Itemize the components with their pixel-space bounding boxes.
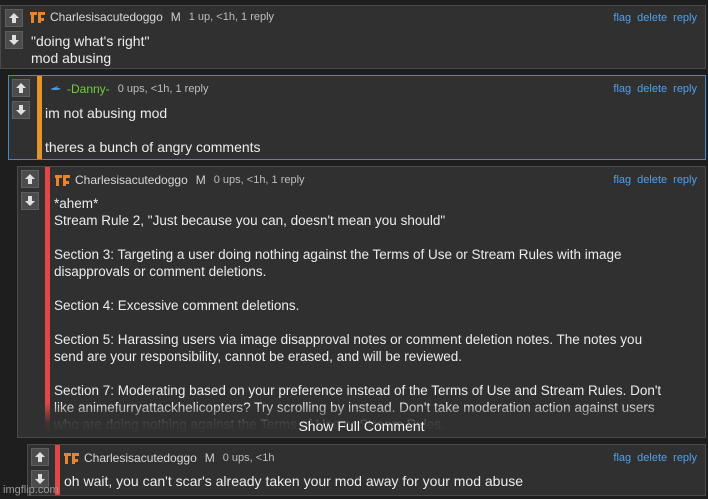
flag-link[interactable]: flag [613, 452, 631, 464]
comment-meta: 1 up, <1h, 1 reply [188, 11, 275, 23]
arrow-up-icon [16, 83, 26, 93]
delete-link[interactable]: delete [637, 452, 667, 464]
comment-meta: 0 ups, <1h [222, 452, 275, 464]
delete-link[interactable]: delete [637, 174, 667, 186]
reply-link[interactable]: reply [673, 452, 697, 464]
upvote-button[interactable] [5, 9, 23, 27]
comment-header: Charlesisacutedoggo M 1 up, <1h, 1 reply [29, 10, 274, 24]
upvote-button[interactable] [21, 170, 39, 188]
user-avatar-icon[interactable] [29, 10, 46, 24]
user-avatar-icon[interactable] [54, 173, 71, 187]
vote-controls [5, 9, 27, 53]
user-avatar-icon[interactable] [49, 82, 63, 96]
vote-controls [12, 79, 34, 123]
thread-bar [45, 167, 50, 437]
downvote-button[interactable] [12, 101, 30, 119]
comment-body: "doing what's right" mod abusing [31, 33, 150, 66]
show-full-comment-button[interactable]: Show Full Comment [18, 418, 705, 434]
comment-actions: flag delete reply [607, 452, 697, 464]
mod-badge: M [195, 173, 206, 187]
delete-link[interactable]: delete [637, 83, 667, 95]
comment-body: oh wait, you can't scar's already taken … [64, 473, 524, 489]
comment-body: im not abusing mod theres a bunch of ang… [45, 105, 261, 155]
downvote-button[interactable] [5, 31, 23, 49]
comment-actions: flag delete reply [607, 12, 697, 24]
downvote-button[interactable] [21, 192, 39, 210]
comment-actions: flag delete reply [607, 83, 697, 95]
comment-header: -Danny- 0 ups, <1h, 1 reply [49, 82, 209, 96]
mod-badge: M [170, 10, 181, 24]
upvote-button[interactable] [31, 448, 49, 466]
arrow-up-icon [35, 452, 45, 462]
flag-link[interactable]: flag [613, 174, 631, 186]
comment-header: Charlesisacutedoggo M 0 ups, <1h [63, 451, 274, 465]
reply-link[interactable]: reply [673, 83, 697, 95]
username-link[interactable]: Charlesisacutedoggo [84, 451, 197, 465]
arrow-down-icon [9, 35, 19, 45]
imgflip-watermark: imgflip.com [3, 484, 59, 496]
delete-link[interactable]: delete [637, 12, 667, 24]
user-avatar-icon[interactable] [63, 451, 80, 465]
reply-link[interactable]: reply [673, 174, 697, 186]
comment-actions: flag delete reply [607, 174, 697, 186]
thread-bar [37, 76, 42, 159]
vote-controls [21, 170, 43, 214]
comment-3: Charlesisacutedoggo M 0 ups, <1h, 1 repl… [17, 166, 706, 438]
username-link[interactable]: -Danny- [67, 82, 110, 96]
comment-body-clip: *ahem* Stream Rule 2, "Just because you … [54, 195, 703, 437]
arrow-down-icon [25, 196, 35, 206]
comment-meta: 0 ups, <1h, 1 reply [117, 83, 209, 95]
mod-badge: M [204, 451, 215, 465]
flag-link[interactable]: flag [613, 83, 631, 95]
arrow-up-icon [25, 174, 35, 184]
username-link[interactable]: Charlesisacutedoggo [75, 173, 188, 187]
comment-body: *ahem* Stream Rule 2, "Just because you … [54, 196, 662, 432]
arrow-down-icon [16, 105, 26, 115]
comment-1: Charlesisacutedoggo M 1 up, <1h, 1 reply… [0, 5, 706, 69]
comment-2: -Danny- 0 ups, <1h, 1 reply flag delete re… [8, 75, 706, 160]
comment-4: Charlesisacutedoggo M 0 ups, <1h flag del… [27, 444, 706, 496]
arrow-up-icon [9, 13, 19, 23]
comment-meta: 0 ups, <1h, 1 reply [213, 174, 305, 186]
comment-header: Charlesisacutedoggo M 0 ups, <1h, 1 repl… [54, 173, 305, 187]
reply-link[interactable]: reply [673, 12, 697, 24]
upvote-button[interactable] [12, 79, 30, 97]
username-link[interactable]: Charlesisacutedoggo [50, 10, 163, 24]
flag-link[interactable]: flag [613, 12, 631, 24]
